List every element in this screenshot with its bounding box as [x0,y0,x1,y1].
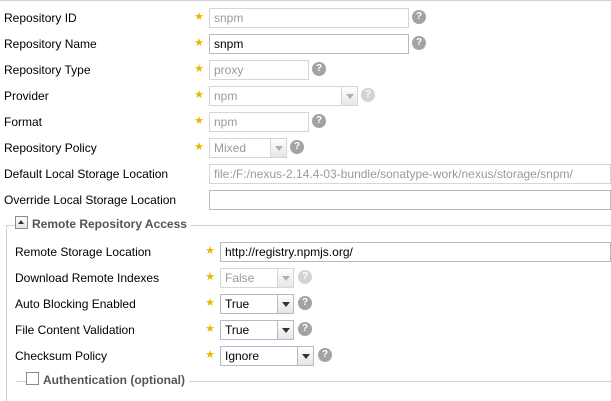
default-storage-field[interactable]: file:/F:/nexus-2.14.4-03-bundle/sonatype… [209,164,611,184]
row-format: Format ★ npm ? [0,111,611,135]
chevron-down-icon[interactable] [341,87,357,105]
required-star-icon: ★ [205,245,215,257]
required-star-icon: ★ [194,89,204,101]
authentication-legend[interactable]: Authentication (optional) [26,372,189,390]
default-storage-label: Default Local Storage Location [4,167,169,181]
chevron-down-icon[interactable] [277,321,293,339]
file-content-validation-value: True [225,323,250,337]
repository-policy-label: Repository Policy [4,141,97,155]
chevron-down-icon[interactable] [277,295,293,313]
checksum-policy-value: Ignore [225,349,260,363]
download-remote-indexes-value: False [225,271,255,285]
override-storage-input[interactable] [209,190,611,210]
help-icon[interactable]: ? [290,140,304,154]
row-repository-policy: Repository Policy ★ Mixed ? [0,137,611,161]
provider-select[interactable]: npm [209,86,358,106]
required-star-icon: ★ [194,11,204,23]
top-divider [0,0,611,1]
chevron-down-icon[interactable] [277,269,293,287]
row-repository-type: Repository Type ★ proxy ? [0,59,611,83]
row-repository-name: Repository Name ★ snpm ? [0,33,611,57]
file-content-validation-label: File Content Validation [15,323,135,337]
row-checksum-policy: Checksum Policy ★ Ignore ? [0,345,611,369]
help-icon[interactable]: ? [312,62,326,76]
row-download-remote-indexes: Download Remote Indexes ★ False ? [0,267,611,291]
remote-storage-location-label: Remote Storage Location [15,245,152,259]
required-star-icon: ★ [194,63,204,75]
row-auto-blocking-enabled: Auto Blocking Enabled ★ True ? [0,293,611,317]
format-label: Format [4,115,43,129]
repository-type-label: Repository Type [4,63,91,77]
help-icon[interactable]: ? [361,88,375,102]
repository-policy-select-value: Mixed [214,141,247,155]
required-star-icon: ★ [194,37,204,49]
repository-id-label: Repository ID [4,11,77,25]
help-icon[interactable]: ? [412,36,426,50]
required-star-icon: ★ [194,141,204,153]
row-default-storage: Default Local Storage Location file:/F:/… [0,163,611,187]
override-storage-label: Override Local Storage Location [4,193,177,207]
required-star-icon: ★ [205,323,215,335]
required-star-icon: ★ [205,349,215,361]
checksum-policy-label: Checksum Policy [15,349,108,363]
provider-label: Provider [4,89,49,103]
required-star-icon: ★ [205,297,215,309]
remote-storage-location-input[interactable]: http://registry.npmjs.org/ [220,242,611,262]
help-icon[interactable]: ? [298,270,312,284]
file-content-validation-select[interactable]: True [220,320,294,340]
help-icon[interactable]: ? [318,348,332,362]
row-repository-id: Repository ID ★ snpm ? [0,7,611,31]
help-icon[interactable]: ? [298,322,312,336]
help-icon[interactable]: ? [412,10,426,24]
repository-name-input[interactable]: snpm [209,34,409,54]
download-remote-indexes-label: Download Remote Indexes [15,271,160,285]
auto-blocking-enabled-value: True [225,297,250,311]
provider-select-value: npm [214,89,238,103]
remote-access-legend[interactable]: Remote Repository Access [15,216,191,234]
chevron-down-icon[interactable] [297,347,313,365]
required-star-icon: ★ [205,271,215,283]
row-override-storage: Override Local Storage Location [0,189,611,213]
row-file-content-validation: File Content Validation ★ True ? [0,319,611,343]
authentication-legend-text: Authentication (optional) [43,372,185,387]
checksum-policy-select[interactable]: Ignore [220,346,314,366]
collapse-toggle-icon[interactable] [15,216,28,230]
authentication-checkbox[interactable] [26,372,39,386]
chevron-down-icon[interactable] [270,139,286,157]
repository-policy-select[interactable]: Mixed [209,138,287,158]
repository-id-field[interactable]: snpm [209,8,409,28]
help-icon[interactable]: ? [298,296,312,310]
remote-access-legend-text: Remote Repository Access [32,216,187,231]
download-remote-indexes-select[interactable]: False [220,268,294,288]
row-remote-storage-location: Remote Storage Location ★ http://registr… [0,241,611,265]
help-icon[interactable]: ? [312,114,326,128]
auto-blocking-enabled-label: Auto Blocking Enabled [15,297,136,311]
required-star-icon: ★ [194,115,204,127]
format-field[interactable]: npm [209,112,309,132]
repository-name-label: Repository Name [4,37,97,51]
auto-blocking-enabled-select[interactable]: True [220,294,294,314]
row-provider: Provider ★ npm ? [0,85,611,109]
repository-type-field[interactable]: proxy [209,60,309,80]
